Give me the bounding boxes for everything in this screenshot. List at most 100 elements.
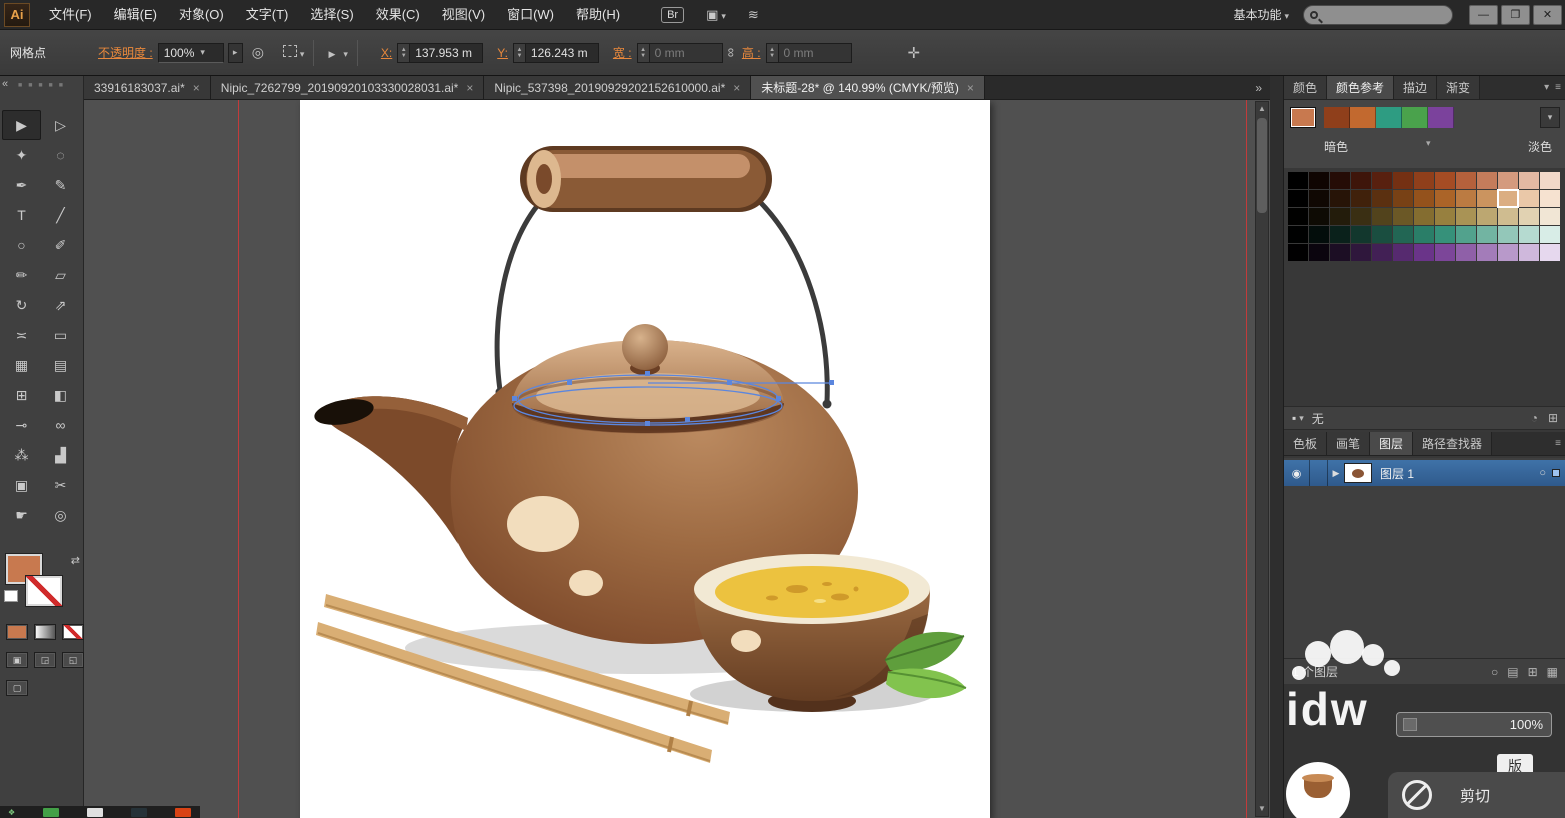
color-swatch[interactable] — [1414, 208, 1434, 225]
paintbrush-tool[interactable]: ✐ — [41, 230, 80, 260]
menu-item-效果(C)[interactable]: 效果(C) — [365, 0, 431, 30]
menu-item-文字(T)[interactable]: 文字(T) — [235, 0, 300, 30]
harmony-color[interactable] — [1428, 107, 1454, 128]
color-swatch[interactable] — [1288, 226, 1308, 243]
align-dropdown[interactable]: ▶ ▾ — [323, 46, 347, 60]
color-swatch[interactable] — [1435, 208, 1455, 225]
document-tab[interactable]: Nipic_537398_20190929202152610000.ai* × — [484, 76, 752, 99]
color-swatch[interactable] — [1309, 208, 1329, 225]
color-swatch[interactable] — [1393, 190, 1413, 207]
gradient-tool[interactable]: ◧ — [41, 380, 80, 410]
opacity-flyout-button[interactable]: ▸ — [227, 42, 243, 63]
color-swatch[interactable] — [1288, 208, 1308, 225]
scale-tool[interactable]: ⇗ — [41, 290, 80, 320]
color-swatch[interactable] — [1330, 244, 1350, 261]
color-swatch[interactable] — [1414, 190, 1434, 207]
color-swatch[interactable] — [1519, 172, 1539, 189]
x-field[interactable]: ▲ ▼ 137.953 m — [397, 42, 484, 63]
color-swatch[interactable] — [1477, 208, 1497, 225]
y-field[interactable]: ▲ ▼ 126.243 m — [512, 42, 599, 63]
pencil-tool[interactable]: ✏ — [2, 260, 41, 290]
artboard[interactable] — [300, 100, 990, 818]
minimize-button[interactable]: — — [1469, 4, 1498, 25]
color-swatch[interactable] — [1351, 190, 1371, 207]
layer-name[interactable]: 图层 1 — [1380, 465, 1414, 482]
transform-icon[interactable]: ✛ — [908, 44, 921, 62]
tab-color-guide[interactable]: 颜色参考 — [1327, 76, 1395, 99]
color-swatch[interactable] — [1519, 190, 1539, 207]
color-swatch[interactable] — [1498, 208, 1518, 225]
selection-tool[interactable]: ▶ — [2, 110, 41, 140]
perspective-grid-tool[interactable]: ▤ — [41, 350, 80, 380]
menu-item-编辑(E)[interactable]: 编辑(E) — [103, 0, 168, 30]
tab-gradient[interactable]: 渐变 — [1437, 76, 1481, 99]
lock-cell[interactable] — [1310, 460, 1328, 486]
color-swatch[interactable] — [1288, 190, 1308, 207]
tab-close-icon[interactable]: × — [193, 81, 200, 95]
shape-builder-tool[interactable]: ▦ — [2, 350, 41, 380]
free-transform-tool[interactable]: ▭ — [41, 320, 80, 350]
opacity-field[interactable]: 100% ▾ — [157, 42, 224, 63]
spinner-icon[interactable]: ▲ ▼ — [398, 43, 411, 62]
panel-menu-icon[interactable]: ≡ — [1555, 438, 1561, 449]
taskbar-app-icon[interactable] — [43, 807, 60, 817]
color-swatch[interactable] — [1477, 190, 1497, 207]
tab-swatches[interactable]: 色板 — [1284, 432, 1328, 455]
scroll-up-icon[interactable]: ▲ — [1258, 102, 1266, 116]
width-field[interactable]: ▲ ▼ 0 mm — [636, 42, 723, 63]
tab-stroke[interactable]: 描边 — [1394, 76, 1438, 99]
slice-tool[interactable]: ✂ — [41, 470, 80, 500]
color-swatch[interactable] — [1372, 226, 1392, 243]
color-swatch[interactable] — [1540, 190, 1560, 207]
canvas-area[interactable]: ▲ ▼ — [84, 100, 1270, 818]
layer-selection-indicator[interactable] — [1552, 469, 1560, 477]
color-swatch[interactable] — [1498, 244, 1518, 261]
color-swatch[interactable] — [1497, 189, 1519, 208]
rotate-tool[interactable]: ↻ — [2, 290, 41, 320]
context-popup[interactable]: 剪切 — [1388, 772, 1565, 818]
tab-close-icon[interactable]: × — [967, 81, 974, 95]
color-swatch[interactable] — [1477, 172, 1497, 189]
color-swatch[interactable] — [1330, 226, 1350, 243]
magic-wand-tool[interactable]: ✦ — [2, 140, 41, 170]
screen-mode-button[interactable]: ▢ — [6, 680, 28, 696]
width-link[interactable]: 宽 : — [613, 44, 632, 61]
tab-layers[interactable]: 图层 — [1370, 432, 1414, 455]
x-link[interactable]: X: — [381, 46, 392, 60]
gradient-mode-button[interactable] — [34, 624, 56, 640]
color-swatch[interactable] — [1330, 190, 1350, 207]
tab-color[interactable]: 颜色 — [1284, 76, 1328, 99]
lasso-tool[interactable]: ◌ — [41, 140, 80, 170]
color-swatch[interactable] — [1540, 208, 1560, 225]
color-swatch[interactable] — [1351, 172, 1371, 189]
hand-tool[interactable]: ☛ — [2, 500, 41, 530]
width-tool[interactable]: ≍ — [2, 320, 41, 350]
layer-thumbnail[interactable] — [1344, 463, 1372, 483]
delete-layer-icon[interactable]: ▦ — [1547, 665, 1558, 679]
menu-item-窗口(W)[interactable]: 窗口(W) — [496, 0, 565, 30]
menu-item-文件(F)[interactable]: 文件(F) — [38, 0, 103, 30]
document-tab[interactable]: Nipic_7262799_20190920103330028031.ai* × — [210, 76, 485, 99]
blend-tool[interactable]: ∞ — [41, 410, 80, 440]
menu-item-对象(O)[interactable]: 对象(O) — [168, 0, 235, 30]
spinner-icon[interactable]: ▲ ▼ — [513, 43, 526, 62]
edit-colors-icon[interactable]: ◔ — [1531, 411, 1538, 425]
eyedropper-tool[interactable]: ⊸ — [2, 410, 41, 440]
menu-item-选择(S)[interactable]: 选择(S) — [299, 0, 364, 30]
ellipse-tool[interactable]: ○ — [2, 230, 41, 260]
color-swatch[interactable] — [1372, 244, 1392, 261]
document-tab[interactable]: 未标题-28* @ 140.99% (CMYK/预览) × — [751, 76, 985, 99]
color-swatch[interactable] — [1456, 244, 1476, 261]
color-swatch[interactable] — [1372, 190, 1392, 207]
color-swatch[interactable] — [1519, 226, 1539, 243]
color-swatch[interactable] — [1393, 208, 1413, 225]
color-swatch[interactable] — [1435, 244, 1455, 261]
chevron-down-icon[interactable]: ▾ — [1544, 82, 1549, 93]
symbol-sprayer-tool[interactable]: ⁂ — [2, 440, 41, 470]
visibility-eye-icon[interactable]: ◉ — [1284, 460, 1310, 486]
cut-menu-item[interactable]: 剪切 — [1460, 785, 1490, 806]
start-icon[interactable]: ❖ — [8, 808, 15, 817]
color-swatch[interactable] — [1309, 244, 1329, 261]
color-swatch[interactable] — [1456, 208, 1476, 225]
layer-target-icon[interactable]: ○ — [1539, 467, 1546, 479]
